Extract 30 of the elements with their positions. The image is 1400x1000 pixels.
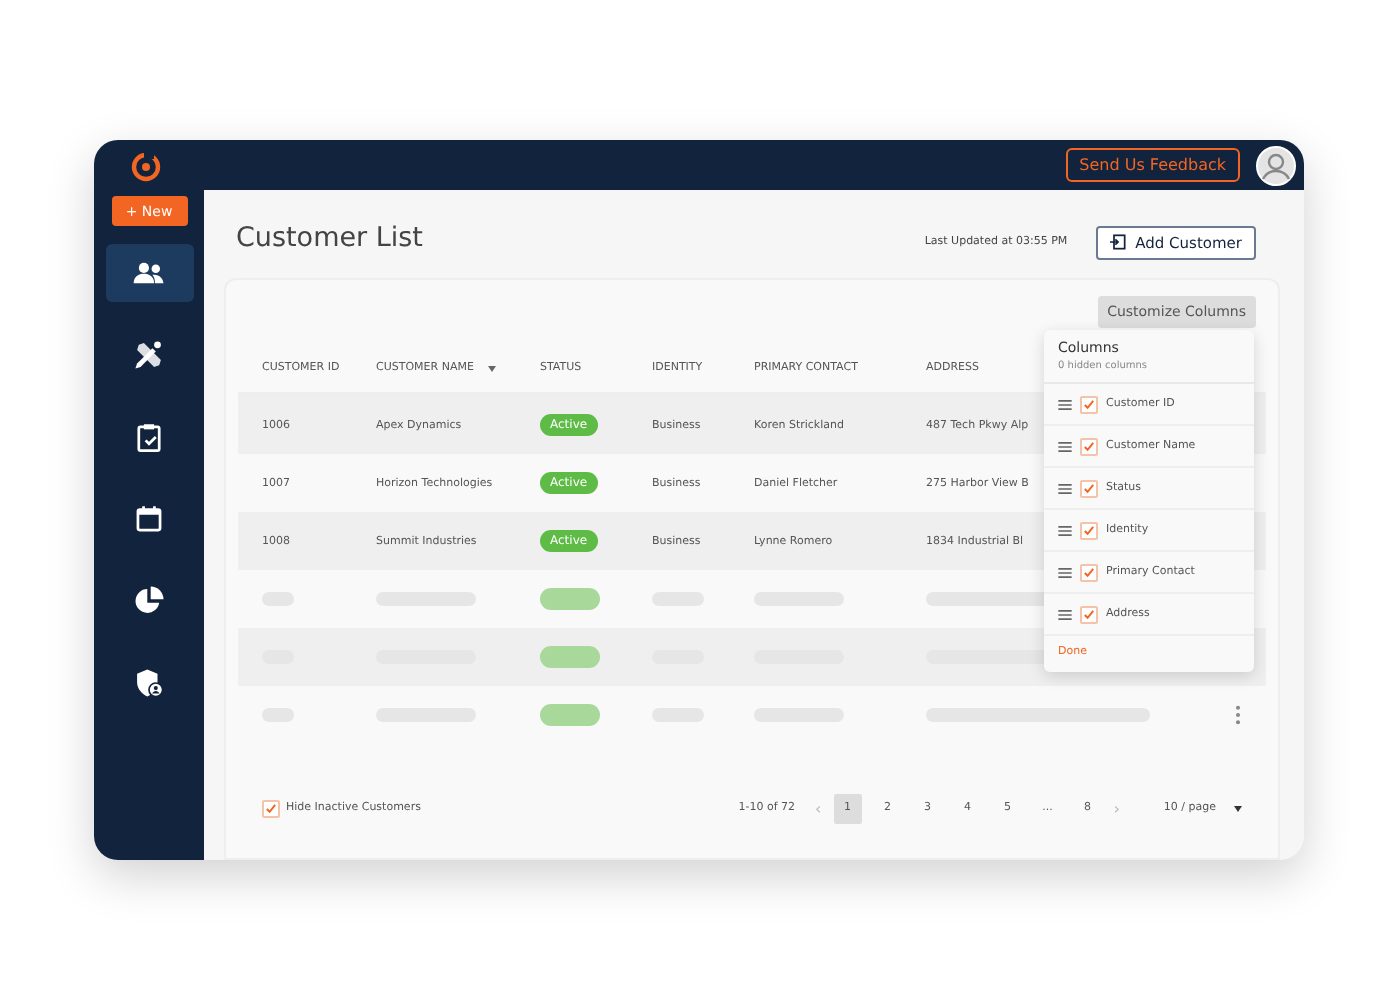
checkbox[interactable]	[1080, 605, 1098, 623]
checkbox[interactable]	[1080, 521, 1098, 539]
drag-handle-icon[interactable]	[1058, 567, 1072, 577]
avatar-icon[interactable]	[1256, 145, 1296, 185]
feedback-button[interactable]: Send Us Feedback	[1065, 148, 1240, 182]
import-icon	[1109, 234, 1126, 250]
loading-placeholder	[540, 646, 600, 668]
clipboard-check-icon	[132, 420, 166, 454]
page-title: Customer List	[236, 222, 423, 254]
checkbox[interactable]	[262, 799, 280, 817]
checkbox[interactable]	[1080, 479, 1098, 497]
drag-handle-icon[interactable]	[1058, 399, 1072, 409]
drag-handle-icon[interactable]	[1058, 441, 1072, 451]
shield-user-icon	[132, 666, 166, 700]
dropdown-caret-icon[interactable]	[1234, 805, 1242, 811]
logo-icon	[130, 149, 162, 181]
sidebar-item[interactable]	[105, 244, 193, 302]
checkbox[interactable]	[1080, 563, 1098, 581]
checkbox[interactable]	[1080, 395, 1098, 413]
loading-placeholder	[540, 704, 600, 726]
loading-placeholder	[540, 588, 600, 610]
drag-handle-icon[interactable]	[1058, 483, 1072, 493]
more-options-icon[interactable]	[1234, 704, 1242, 726]
calendar-icon	[132, 502, 166, 536]
drag-handle-icon[interactable]	[1058, 525, 1072, 535]
pie-chart-icon	[132, 584, 166, 618]
sort-caret-icon[interactable]	[487, 365, 496, 371]
drag-handle-icon[interactable]	[1058, 609, 1072, 619]
checkbox[interactable]	[1080, 437, 1098, 455]
tools-icon	[132, 338, 166, 372]
